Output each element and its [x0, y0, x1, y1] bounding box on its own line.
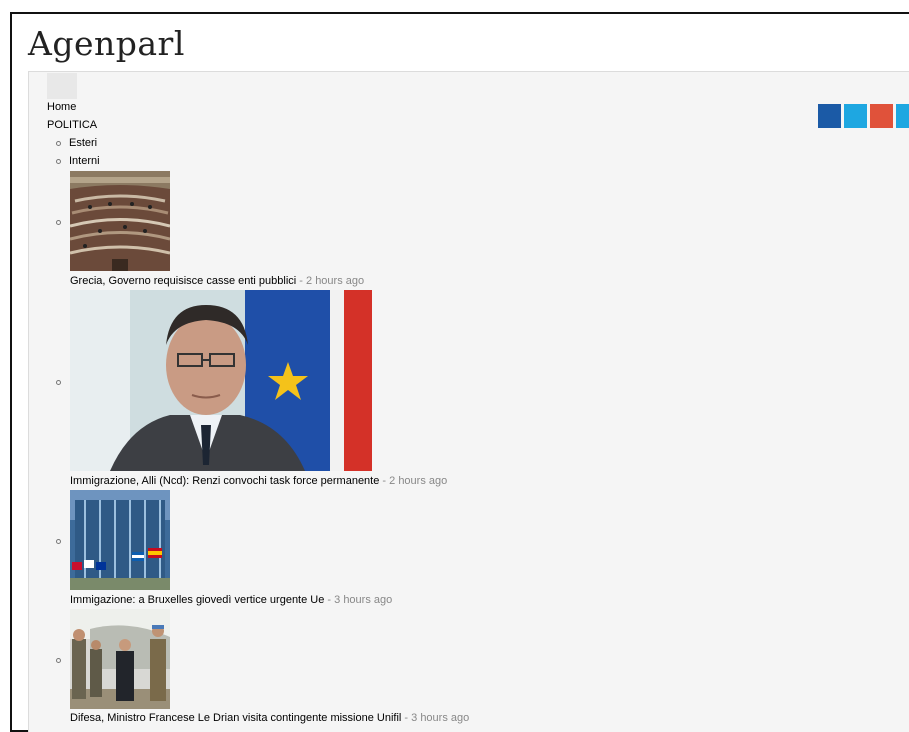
bullet-icon [56, 140, 61, 146]
news-thumbnail[interactable] [70, 171, 170, 271]
news-separator: - [401, 712, 412, 724]
news-title-link[interactable]: Immigazione: a Bruxelles giovedì vertice… [70, 594, 324, 606]
news-separator: - [324, 594, 335, 606]
nav-item-esteri[interactable]: Esteri [56, 137, 97, 149]
news-caption: Immigrazione, Alli (Ncd): Renzi convochi… [70, 475, 447, 487]
news-timestamp: 2 hours ago [306, 275, 365, 287]
googleplus-icon[interactable] [870, 104, 893, 128]
twitter-icon[interactable] [844, 104, 867, 128]
bullet-icon [56, 158, 61, 164]
bullet-icon [56, 220, 61, 225]
news-title-link[interactable]: Difesa, Ministro Francese Le Drian visit… [70, 712, 401, 724]
news-title-link[interactable]: Immigrazione, Alli (Ncd): Renzi convochi… [70, 475, 379, 487]
facebook-icon[interactable] [818, 104, 841, 128]
news-timestamp: 2 hours ago [389, 475, 448, 487]
news-caption: Grecia, Governo requisisce casse enti pu… [70, 275, 364, 287]
news-thumbnail[interactable] [70, 609, 170, 709]
news-separator: - [379, 475, 390, 487]
linkedin-icon[interactable] [896, 104, 909, 128]
menu-toggle-button[interactable] [47, 73, 77, 99]
nav-item-label: Interni [69, 155, 100, 167]
nav-politica-link[interactable]: POLITICA [47, 119, 97, 131]
bullet-icon [56, 539, 61, 544]
nav-item-label: Esteri [69, 137, 98, 149]
news-separator: - [296, 275, 307, 287]
news-timestamp: 3 hours ago [334, 594, 393, 606]
news-thumbnail[interactable] [70, 490, 170, 590]
news-title-link[interactable]: Grecia, Governo requisisce casse enti pu… [70, 275, 296, 287]
nav-home-link[interactable]: Home [47, 101, 76, 113]
news-timestamp: 3 hours ago [411, 712, 470, 724]
bullet-icon [56, 380, 61, 385]
site-logo[interactable]: Agenparl [28, 24, 185, 63]
news-thumbnail[interactable] [70, 290, 372, 471]
nav-item-interni[interactable]: Interni [56, 155, 100, 167]
bullet-icon [56, 658, 61, 663]
news-caption: Difesa, Ministro Francese Le Drian visit… [70, 712, 469, 724]
news-caption: Immigazione: a Bruxelles giovedì vertice… [70, 594, 392, 606]
